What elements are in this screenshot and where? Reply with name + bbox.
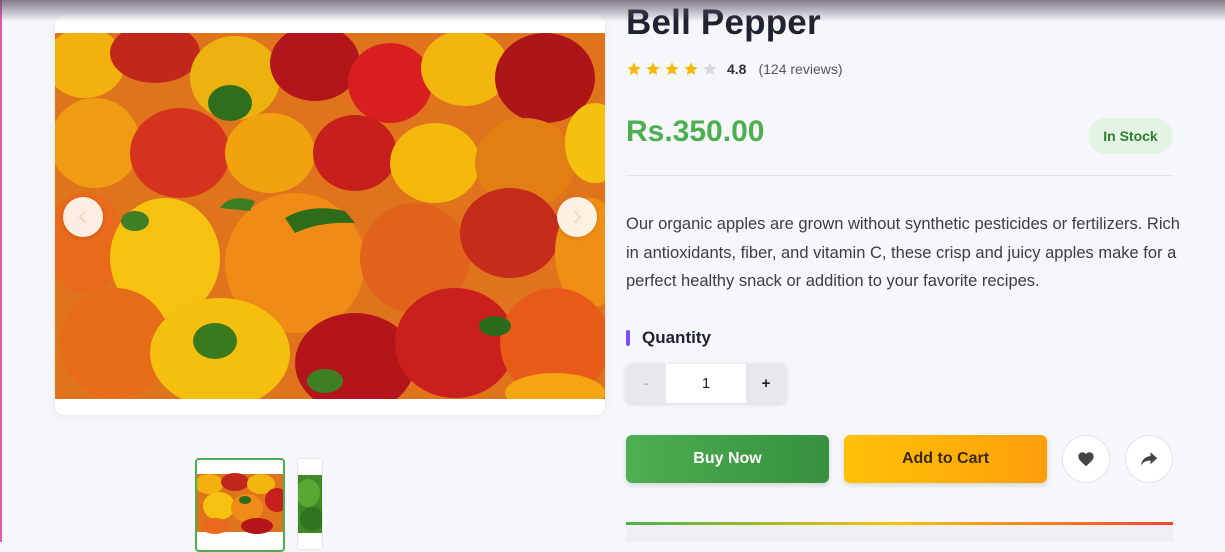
review-count: (124 reviews) [758,61,843,77]
decrement-button[interactable]: - [626,364,666,403]
top-shadow [0,0,1225,22]
green-pepper-thumbnail[interactable] [297,458,323,550]
product-description: Our organic apples are grown without syn… [626,215,1180,291]
heart-icon [1078,452,1094,467]
quantity-heading: Quantity [626,327,711,349]
share-button[interactable] [1125,435,1173,483]
next-image-button[interactable] [557,197,597,237]
buy-now-button[interactable]: Buy Now [626,435,829,483]
quantity-input[interactable] [666,364,746,403]
add-to-cart-button[interactable]: Add to Cart [844,435,1047,483]
star-filled-icon [646,62,660,75]
star-filled-icon [665,62,679,75]
increment-button[interactable]: + [746,364,786,403]
stock-status-badge: In Stock [1088,118,1173,154]
star-rating [626,61,721,77]
product-price: Rs.350.00 [626,115,765,148]
share-icon [1140,452,1158,466]
chevron-left-icon [78,211,86,223]
star-empty-icon [703,62,717,75]
thumbnail-image [197,460,283,550]
bell-peppers-thumbnail[interactable] [195,458,285,552]
previous-image-button[interactable] [63,197,103,237]
star-filled-icon [627,62,641,75]
main-product-image [55,33,605,399]
image-gallery [55,14,605,415]
divider [626,175,1173,176]
left-accent-border [0,0,2,542]
chevron-right-icon [574,211,582,223]
wishlist-button[interactable] [1062,435,1110,483]
rating-value: 4.8 [727,61,747,77]
star-filled-icon [684,62,698,75]
thumbnail-image [298,459,322,549]
bottom-panel [626,525,1173,542]
rating-row: 4.8 (124 reviews) [626,58,843,80]
quantity-accent-bar [626,330,630,346]
quantity-label: Quantity [642,328,711,347]
quantity-stepper: - + [626,364,786,403]
